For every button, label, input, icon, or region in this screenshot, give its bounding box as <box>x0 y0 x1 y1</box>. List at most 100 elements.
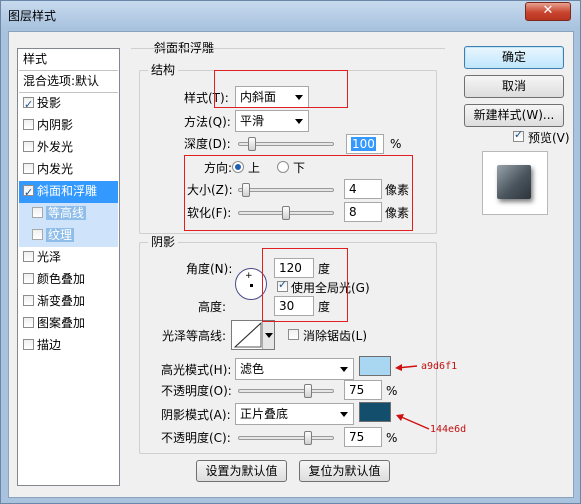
style-item-checkbox[interactable] <box>23 163 34 174</box>
style-item[interactable]: 光泽 <box>19 247 118 269</box>
shadow-color-swatch[interactable] <box>359 402 391 422</box>
style-item-label: 内发光 <box>37 162 74 176</box>
annotation-box-direction <box>184 155 413 231</box>
contour-dropdown-button[interactable] <box>262 321 274 349</box>
depth-slider-thumb[interactable] <box>248 137 256 151</box>
gloss-contour-picker[interactable] <box>231 320 275 350</box>
highlight-mode-dropdown[interactable]: 滤色 <box>235 358 354 380</box>
annotation-arrows <box>395 364 430 430</box>
contour-curve-icon <box>233 321 262 348</box>
technique-label: 方法(Q): <box>184 115 231 129</box>
style-item-label: 光泽 <box>37 250 62 264</box>
style-item[interactable]: 描边 <box>19 335 118 357</box>
altitude-label: 高度: <box>198 300 227 314</box>
style-item-checkbox[interactable] <box>23 141 34 152</box>
highlight-opacity-input[interactable]: 75 <box>344 380 382 400</box>
chevron-down-icon <box>340 367 348 372</box>
style-item-label: 颜色叠加 <box>37 272 86 286</box>
preview-swatch <box>497 165 531 199</box>
blend-options-item[interactable]: 混合选项:默认 <box>19 71 118 93</box>
chevron-down-icon <box>265 333 273 338</box>
style-item-checkbox[interactable] <box>23 182 34 203</box>
style-item-checkbox[interactable] <box>23 317 34 328</box>
style-item-label: 渐变叠加 <box>37 294 86 308</box>
depth-value: 100 <box>351 137 376 151</box>
style-list-header[interactable]: 样式 <box>19 49 118 71</box>
highlight-opacity-thumb[interactable] <box>304 384 312 398</box>
make-default-button[interactable]: 设置为默认值 <box>196 460 287 482</box>
shadow-opacity-slider[interactable] <box>238 431 334 445</box>
shadow-opacity-thumb[interactable] <box>304 431 312 445</box>
style-item-checkbox[interactable] <box>32 207 43 218</box>
shadow-hex-annotation: 144e6d <box>430 424 467 435</box>
style-item-label: 纹理 <box>46 228 75 242</box>
style-item-checkbox[interactable] <box>32 229 43 240</box>
style-item-label: 等高线 <box>46 206 87 220</box>
close-button[interactable]: ✕ <box>525 2 571 21</box>
style-item-checkbox[interactable] <box>23 94 34 115</box>
highlight-hex-annotation: a9d6f1 <box>421 361 458 372</box>
annotation-box-angle <box>262 248 348 322</box>
anti-alias-checkbox[interactable] <box>288 329 299 340</box>
style-item[interactable]: 渐变叠加 <box>19 291 118 313</box>
style-item-label: 斜面和浮雕 <box>37 184 98 198</box>
style-item[interactable]: 外发光 <box>19 137 118 159</box>
style-item[interactable]: 投影 <box>19 93 118 115</box>
style-item-label: 投影 <box>37 96 62 110</box>
chevron-down-icon <box>340 412 348 417</box>
style-item[interactable]: 颜色叠加 <box>19 269 118 291</box>
anti-alias-label[interactable]: 消除锯齿(L) <box>303 329 367 343</box>
style-item[interactable]: 内发光 <box>19 159 118 181</box>
gloss-contour-label: 光泽等高线: <box>162 329 227 343</box>
shadow-opacity-input[interactable]: 75 <box>344 427 382 447</box>
highlight-mode-value: 滤色 <box>240 362 265 376</box>
new-style-button[interactable]: 新建样式(W)... <box>464 104 564 127</box>
shadow-mode-value: 正片叠底 <box>240 407 289 421</box>
depth-slider[interactable] <box>238 137 334 151</box>
highlight-color-swatch[interactable] <box>359 356 391 376</box>
style-item-checkbox[interactable] <box>23 295 34 306</box>
layer-style-dialog: 图层样式 ✕ 样式 混合选项:默认 投影内阴影外发光内发光斜面和浮雕等高线纹理光… <box>0 0 581 504</box>
reset-default-button[interactable]: 复位为默认值 <box>299 460 390 482</box>
structure-title: 结构 <box>148 63 179 77</box>
angle-label: 角度(N): <box>186 262 233 276</box>
style-item[interactable]: 斜面和浮雕 <box>19 181 118 203</box>
style-item[interactable]: 内阴影 <box>19 115 118 137</box>
shadow-opacity-label: 不透明度(C): <box>161 431 231 445</box>
shadow-mode-label: 阴影模式(A): <box>161 408 231 422</box>
depth-input[interactable]: 100 <box>346 134 384 154</box>
style-item[interactable]: 纹理 <box>19 225 118 247</box>
chevron-down-icon <box>295 119 303 124</box>
style-preview <box>482 151 548 215</box>
preview-checkbox[interactable] <box>513 128 524 142</box>
highlight-opacity-slider[interactable] <box>238 384 334 398</box>
technique-dropdown[interactable]: 平滑 <box>235 110 309 132</box>
title-bar: 图层样式 ✕ <box>1 1 580 29</box>
cancel-button[interactable]: 取消 <box>464 75 564 98</box>
style-item-checkbox[interactable] <box>23 119 34 130</box>
shading-title: 阴影 <box>148 235 179 249</box>
style-item-checkbox[interactable] <box>23 273 34 284</box>
annotation-box-style <box>214 70 348 108</box>
preview-label[interactable]: 预览(V) <box>528 131 570 145</box>
depth-unit: % <box>390 137 402 151</box>
style-item[interactable]: 等高线 <box>19 203 118 225</box>
dial-center-dot <box>250 284 253 287</box>
style-item-label: 内阴影 <box>37 118 74 132</box>
shadow-mode-dropdown[interactable]: 正片叠底 <box>235 403 354 425</box>
style-item-checkbox[interactable] <box>23 339 34 350</box>
ok-button[interactable]: 确定 <box>464 46 564 69</box>
highlight-mode-label: 高光模式(H): <box>161 363 232 377</box>
dial-crosshair-icon: + <box>245 271 253 281</box>
style-item-label: 外发光 <box>37 140 74 154</box>
dialog-body: 样式 混合选项:默认 投影内阴影外发光内发光斜面和浮雕等高线纹理光泽颜色叠加渐变… <box>8 31 574 498</box>
dialog-title: 图层样式 <box>8 9 57 23</box>
bevel-title-line <box>131 48 445 49</box>
style-item-label: 图案叠加 <box>37 316 86 330</box>
highlight-opacity-label: 不透明度(O): <box>161 384 232 398</box>
depth-label: 深度(D): <box>184 137 231 151</box>
style-item-checkbox[interactable] <box>23 251 34 262</box>
style-item[interactable]: 图案叠加 <box>19 313 118 335</box>
style-item-label: 描边 <box>37 338 62 352</box>
style-list: 样式 混合选项:默认 投影内阴影外发光内发光斜面和浮雕等高线纹理光泽颜色叠加渐变… <box>17 48 120 486</box>
